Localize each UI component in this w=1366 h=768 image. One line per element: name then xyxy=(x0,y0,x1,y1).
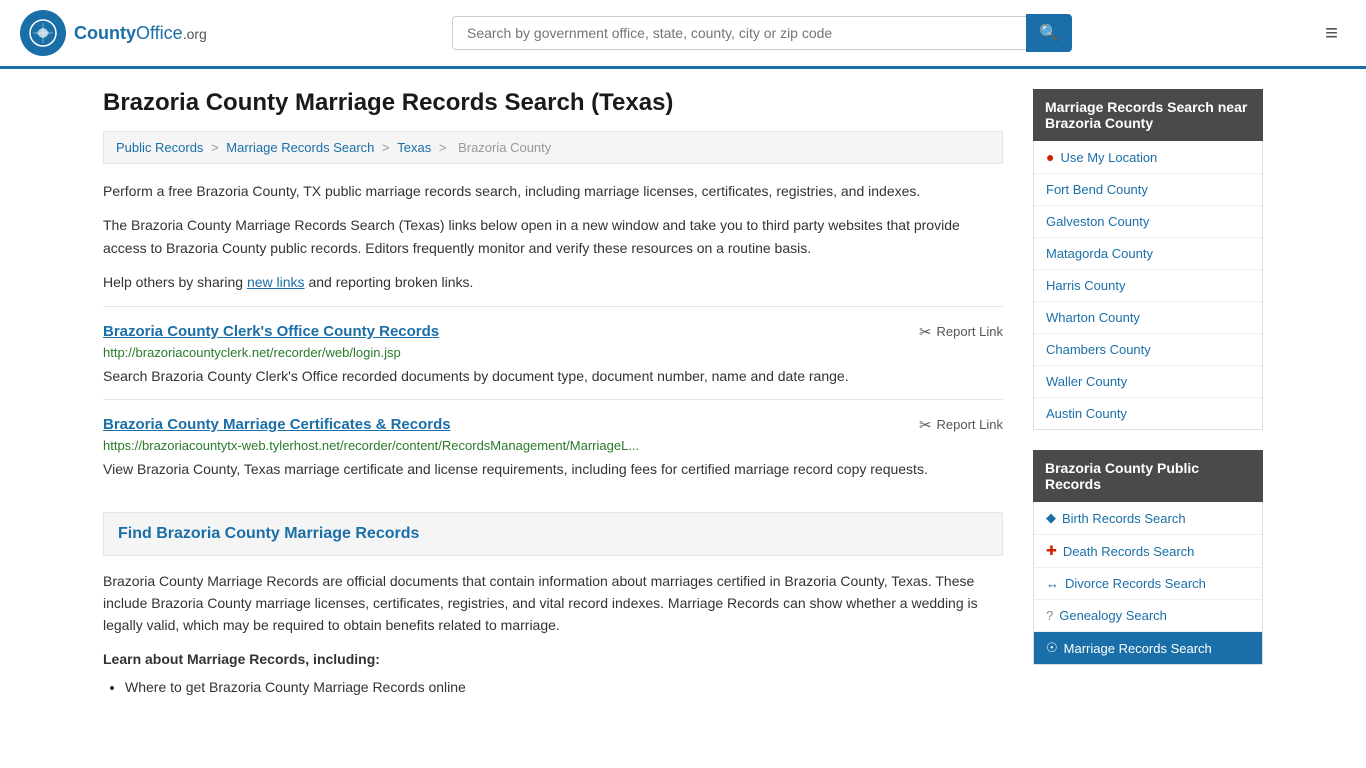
sidebar-item-galveston[interactable]: Galveston County xyxy=(1034,206,1262,238)
site-header: CountyOffice.org 🔍 ≡ xyxy=(0,0,1366,69)
location-icon: ● xyxy=(1046,149,1054,165)
find-section-heading: Find Brazoria County Marriage Records xyxy=(118,525,988,543)
record-desc-0: Search Brazoria County Clerk's Office re… xyxy=(103,366,1003,387)
question-icon: ? xyxy=(1046,608,1053,623)
report-link-label-0: Report Link xyxy=(937,324,1003,339)
fort-bend-link[interactable]: Fort Bend County xyxy=(1046,182,1148,197)
main-content: Brazoria County Marriage Records Search … xyxy=(103,89,1003,700)
logo-icon xyxy=(20,10,66,56)
record-url-0: http://brazoriacountyclerk.net/recorder/… xyxy=(103,345,1003,360)
scissors-icon-0: ✂ xyxy=(919,323,932,341)
find-section: Find Brazoria County Marriage Records xyxy=(103,512,1003,556)
austin-link[interactable]: Austin County xyxy=(1046,406,1127,421)
death-records-link[interactable]: Death Records Search xyxy=(1063,544,1195,559)
search-bar: 🔍 xyxy=(452,14,1072,52)
page-title: Brazoria County Marriage Records Search … xyxy=(103,89,1003,117)
logo-text: CountyOffice.org xyxy=(74,23,207,44)
sidebar: Marriage Records Search near Brazoria Co… xyxy=(1033,89,1263,700)
sidebar-genealogy[interactable]: ? Genealogy Search xyxy=(1034,600,1262,632)
scissors-icon-1: ✂ xyxy=(919,416,932,434)
breadcrumb-sep-1: > xyxy=(211,140,222,155)
desc-para-3: Help others by sharing new links and rep… xyxy=(103,271,1003,293)
sidebar-public-records-list: ◆ Birth Records Search ✚ Death Records S… xyxy=(1033,502,1263,665)
sidebar-item-waller[interactable]: Waller County xyxy=(1034,366,1262,398)
sidebar-death-records[interactable]: ✚ Death Records Search xyxy=(1034,535,1262,568)
learn-heading: Learn about Marriage Records, including: xyxy=(103,651,1003,667)
sidebar-item-matagorda[interactable]: Matagorda County xyxy=(1034,238,1262,270)
record-item-0: Brazoria County Clerk's Office County Re… xyxy=(103,306,1003,399)
record-item-header-0: Brazoria County Clerk's Office County Re… xyxy=(103,323,1003,341)
breadcrumb-texas[interactable]: Texas xyxy=(397,140,431,155)
marriage-records-link[interactable]: Marriage Records Search xyxy=(1064,641,1212,656)
sidebar-divorce-records[interactable]: ↔ Divorce Records Search xyxy=(1034,568,1262,600)
chambers-link[interactable]: Chambers County xyxy=(1046,342,1151,357)
sidebar-item-harris[interactable]: Harris County xyxy=(1034,270,1262,302)
record-item-1: Brazoria County Marriage Certificates & … xyxy=(103,399,1003,492)
record-link-0[interactable]: Brazoria County Clerk's Office County Re… xyxy=(103,323,439,340)
search-button[interactable]: 🔍 xyxy=(1026,14,1072,52)
cross-icon: ✚ xyxy=(1046,543,1057,559)
sidebar-public-records-title: Brazoria County Public Records xyxy=(1033,450,1263,502)
sidebar-item-fort-bend[interactable]: Fort Bend County xyxy=(1034,174,1262,206)
sidebar-item-wharton[interactable]: Wharton County xyxy=(1034,302,1262,334)
record-item-header-1: Brazoria County Marriage Certificates & … xyxy=(103,416,1003,434)
learn-list-item-0: Where to get Brazoria County Marriage Re… xyxy=(125,675,1003,700)
find-section-content: Brazoria County Marriage Records are off… xyxy=(103,570,1003,637)
breadcrumb-county: Brazoria County xyxy=(458,140,551,155)
wharton-link[interactable]: Wharton County xyxy=(1046,310,1140,325)
sidebar-nearby-list: ● Use My Location Fort Bend County Galve… xyxy=(1033,141,1263,430)
breadcrumb-sep-2: > xyxy=(382,140,393,155)
harris-link[interactable]: Harris County xyxy=(1046,278,1125,293)
arrows-icon: ↔ xyxy=(1046,576,1059,591)
birth-icon: ◆ xyxy=(1046,510,1056,526)
menu-button[interactable]: ≡ xyxy=(1317,16,1346,50)
learn-list: Where to get Brazoria County Marriage Re… xyxy=(103,675,1003,700)
marriage-icon: ☉ xyxy=(1046,640,1058,656)
report-link-label-1: Report Link xyxy=(937,417,1003,432)
sidebar-nearby-title: Marriage Records Search near Brazoria Co… xyxy=(1033,89,1263,141)
breadcrumb: Public Records > Marriage Records Search… xyxy=(103,131,1003,164)
record-desc-1: View Brazoria County, Texas marriage cer… xyxy=(103,459,1003,480)
report-link-btn-1[interactable]: ✂ Report Link xyxy=(919,416,1003,434)
new-links-link[interactable]: new links xyxy=(247,274,305,290)
record-link-1[interactable]: Brazoria County Marriage Certificates & … xyxy=(103,416,451,433)
birth-records-link[interactable]: Birth Records Search xyxy=(1062,511,1186,526)
sidebar-marriage-records[interactable]: ☉ Marriage Records Search xyxy=(1034,632,1262,664)
sidebar-item-austin[interactable]: Austin County xyxy=(1034,398,1262,429)
record-url-1: https://brazoriacountytx-web.tylerhost.n… xyxy=(103,438,1003,453)
desc-para-2: The Brazoria County Marriage Records Sea… xyxy=(103,214,1003,259)
search-icon: 🔍 xyxy=(1039,25,1059,42)
content-wrapper: Brazoria County Marriage Records Search … xyxy=(83,69,1283,720)
galveston-link[interactable]: Galveston County xyxy=(1046,214,1149,229)
desc-para-3-suffix: and reporting broken links. xyxy=(305,274,474,290)
breadcrumb-marriage-records[interactable]: Marriage Records Search xyxy=(226,140,374,155)
breadcrumb-public-records[interactable]: Public Records xyxy=(116,140,203,155)
sidebar-use-my-location[interactable]: ● Use My Location xyxy=(1034,141,1262,174)
desc-para-3-prefix: Help others by sharing xyxy=(103,274,247,290)
matagorda-link[interactable]: Matagorda County xyxy=(1046,246,1153,261)
sidebar-birth-records[interactable]: ◆ Birth Records Search xyxy=(1034,502,1262,535)
genealogy-link[interactable]: Genealogy Search xyxy=(1059,608,1167,623)
logo-area: CountyOffice.org xyxy=(20,10,207,56)
hamburger-icon: ≡ xyxy=(1325,20,1338,45)
use-my-location-link[interactable]: Use My Location xyxy=(1060,150,1157,165)
breadcrumb-sep-3: > xyxy=(439,140,450,155)
report-link-btn-0[interactable]: ✂ Report Link xyxy=(919,323,1003,341)
desc-para-1: Perform a free Brazoria County, TX publi… xyxy=(103,180,1003,202)
sidebar-item-chambers[interactable]: Chambers County xyxy=(1034,334,1262,366)
divorce-records-link[interactable]: Divorce Records Search xyxy=(1065,576,1206,591)
waller-link[interactable]: Waller County xyxy=(1046,374,1127,389)
record-list: Brazoria County Clerk's Office County Re… xyxy=(103,306,1003,492)
search-input[interactable] xyxy=(452,16,1026,50)
